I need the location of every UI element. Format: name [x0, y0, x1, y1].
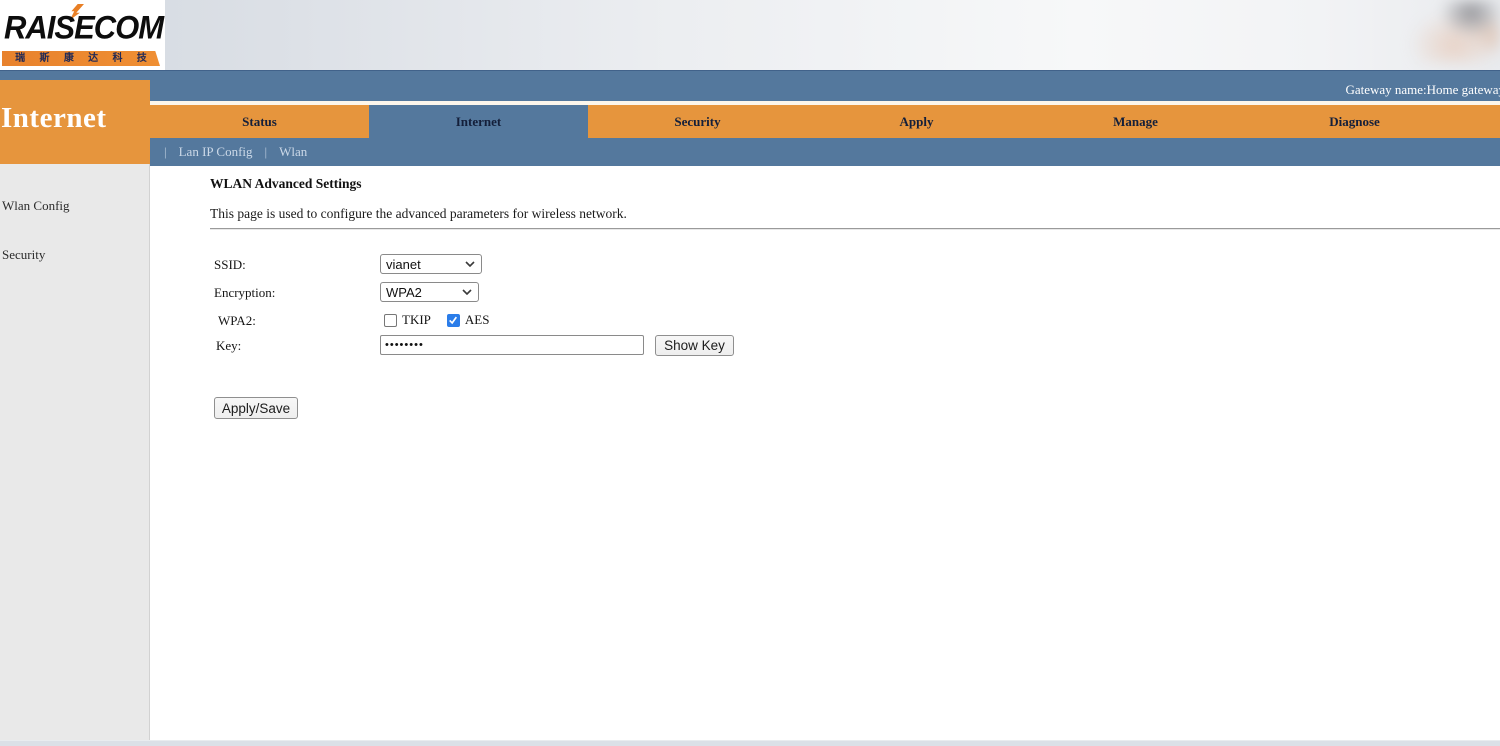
check-icon [449, 316, 458, 325]
tab-manage[interactable]: Manage [1026, 105, 1245, 138]
tagline-char: 瑞 [15, 53, 26, 64]
encryption-selected-value: WPA2 [386, 284, 422, 300]
main-tabs: Status Internet Security Apply Manage Di… [150, 105, 1500, 138]
ssid-label: SSID: [214, 257, 246, 272]
logo: RAISECOM 瑞 斯 康 达 科 技 [0, 0, 165, 70]
ssid-selected-value: vianet [386, 256, 421, 272]
brand-tagline: 瑞 斯 康 达 科 技 [2, 51, 160, 66]
subnav-wlan[interactable]: Wlan [279, 144, 307, 160]
aes-checkbox[interactable] [446, 313, 460, 327]
section-title: Internet [1, 102, 107, 134]
subnav-lan-ip-config[interactable]: Lan IP Config [179, 144, 253, 160]
sidebar: Wlan Config Security [0, 164, 150, 740]
key-input[interactable] [380, 335, 644, 355]
tagline-char: 斯 [39, 53, 50, 64]
apply-save-button[interactable]: Apply/Save [214, 397, 298, 419]
page-description: This page is used to configure the advan… [210, 206, 627, 221]
tagline-char: 康 [63, 53, 74, 64]
tagline-char: 科 [112, 53, 123, 64]
chevron-down-icon [465, 261, 475, 267]
tagline-char: 达 [88, 53, 99, 64]
aes-checkbox-label: AES [464, 312, 490, 327]
subnav-separator: | [264, 144, 268, 159]
tab-security[interactable]: Security [588, 105, 807, 138]
tab-status[interactable]: Status [150, 105, 369, 138]
bottom-edge-strip [0, 740, 1500, 746]
encryption-select[interactable]: WPA2 [380, 282, 479, 302]
show-key-button[interactable]: Show Key [655, 335, 734, 356]
tkip-checkbox-label: TKIP [402, 312, 431, 327]
tab-internet[interactable]: Internet [369, 105, 588, 138]
tab-diagnose[interactable]: Diagnose [1245, 105, 1464, 138]
wpa2-label: WPA2: [218, 313, 256, 328]
horizontal-rule [210, 228, 1500, 230]
wpa2-cipher-options: TKIP AES [384, 311, 489, 329]
banner-photo [1385, 0, 1500, 64]
sidebar-item-security[interactable]: Security [2, 247, 45, 263]
encryption-label: Encryption: [214, 285, 276, 300]
top-bar: Gateway name:Home gateway [0, 70, 1500, 102]
section-title-block: Internet [0, 80, 150, 164]
router-admin-page: RAISECOM 瑞 斯 康 达 科 技 Gateway name:Home g… [0, 0, 1500, 746]
subnav-separator: | [164, 144, 167, 159]
page-title: WLAN Advanced Settings [210, 176, 362, 191]
sub-nav: | Lan IP Config | Wlan [150, 138, 1500, 166]
chevron-down-icon [462, 289, 472, 295]
gateway-name-label: Gateway name:Home gateway [1345, 82, 1500, 97]
tab-apply[interactable]: Apply [807, 105, 1026, 138]
ssid-select[interactable]: vianet [380, 254, 482, 274]
top-banner: RAISECOM 瑞 斯 康 达 科 技 [0, 0, 1500, 70]
brand-name: RAISECOM [4, 9, 164, 46]
tkip-checkbox[interactable] [384, 313, 397, 327]
key-label: Key: [216, 338, 242, 353]
tagline-char: 技 [136, 53, 147, 64]
sidebar-item-wlan-config[interactable]: Wlan Config [2, 198, 70, 214]
